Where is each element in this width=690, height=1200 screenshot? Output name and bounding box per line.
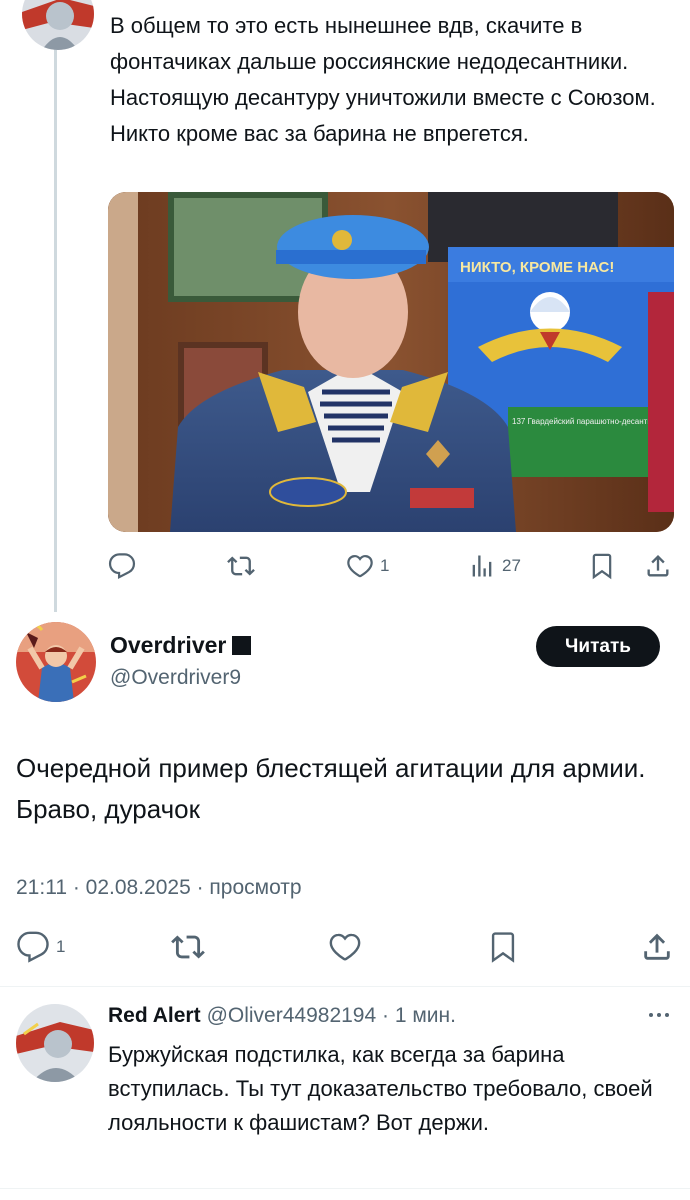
main-tweet-actions: 1 xyxy=(16,928,680,968)
bottom-divider xyxy=(0,1188,690,1189)
follow-button[interactable]: Читать xyxy=(536,626,660,667)
reply-icon xyxy=(17,931,49,963)
retweet-icon xyxy=(171,935,205,959)
like-icon xyxy=(347,554,373,578)
main-retweet-action[interactable] xyxy=(170,930,212,964)
main-share-action[interactable] xyxy=(640,930,674,964)
retweet-icon xyxy=(227,556,255,576)
main-avatar[interactable] xyxy=(16,622,96,702)
main-reply-action[interactable]: 1 xyxy=(16,930,65,964)
bookmark-action[interactable] xyxy=(588,552,616,580)
reply-meta[interactable]: @Oliver44982194 · 1 мин. xyxy=(207,1004,456,1028)
parent-reply-text: В общем то это есть нынешнее вдв, скачит… xyxy=(110,13,656,146)
main-like-action[interactable] xyxy=(328,930,368,964)
like-count: 1 xyxy=(380,556,390,575)
media-banner-text: НИКТО, КРОМЕ НАС! xyxy=(460,259,614,276)
retweet-action[interactable] xyxy=(226,552,262,580)
divider xyxy=(0,986,690,987)
black-square-icon xyxy=(232,636,252,655)
reply-icon xyxy=(108,553,136,580)
reply-display-name[interactable]: Red Alert xyxy=(108,1004,201,1028)
main-display-name[interactable]: Overdriver xyxy=(110,632,252,659)
main-tweet-timestamp[interactable]: 21:11 · 02.08.2025 · просмотр xyxy=(16,876,302,900)
like-icon xyxy=(329,933,361,961)
views-count: 27 xyxy=(502,556,521,575)
bookmark-icon xyxy=(491,932,515,963)
like-action[interactable]: 1 xyxy=(346,552,389,580)
reply-header: Red Alert @Oliver44982194 · 1 мин. xyxy=(108,1004,456,1028)
main-bookmark-action[interactable] xyxy=(486,930,520,964)
tweet-media-image[interactable]: НИКТО, КРОМЕ НАС! 137 Гвардейский парашю… xyxy=(108,192,674,532)
share-action[interactable] xyxy=(644,552,672,580)
parent-reply-actions: 1 27 xyxy=(108,548,678,582)
parent-avatar[interactable] xyxy=(22,0,94,50)
reply-action[interactable] xyxy=(108,552,142,580)
reply-avatar[interactable] xyxy=(16,1004,94,1082)
main-handle[interactable]: @Overdriver9 xyxy=(110,666,241,690)
more-icon xyxy=(649,1013,669,1017)
share-icon xyxy=(647,555,669,577)
reply-text: Буржуйская подстилка, как всегда за бари… xyxy=(108,1042,653,1135)
views-icon xyxy=(472,555,492,577)
share-icon xyxy=(644,933,670,960)
thread-connector-line xyxy=(54,0,57,612)
bookmark-icon xyxy=(592,553,612,580)
main-tweet-text: Очередной пример блестящей агитации для … xyxy=(16,753,646,824)
views-action[interactable]: 27 xyxy=(468,552,521,580)
main-reply-count: 1 xyxy=(56,937,66,956)
reply-more-button[interactable] xyxy=(646,1008,672,1027)
main-display-name-text: Overdriver xyxy=(110,632,227,658)
